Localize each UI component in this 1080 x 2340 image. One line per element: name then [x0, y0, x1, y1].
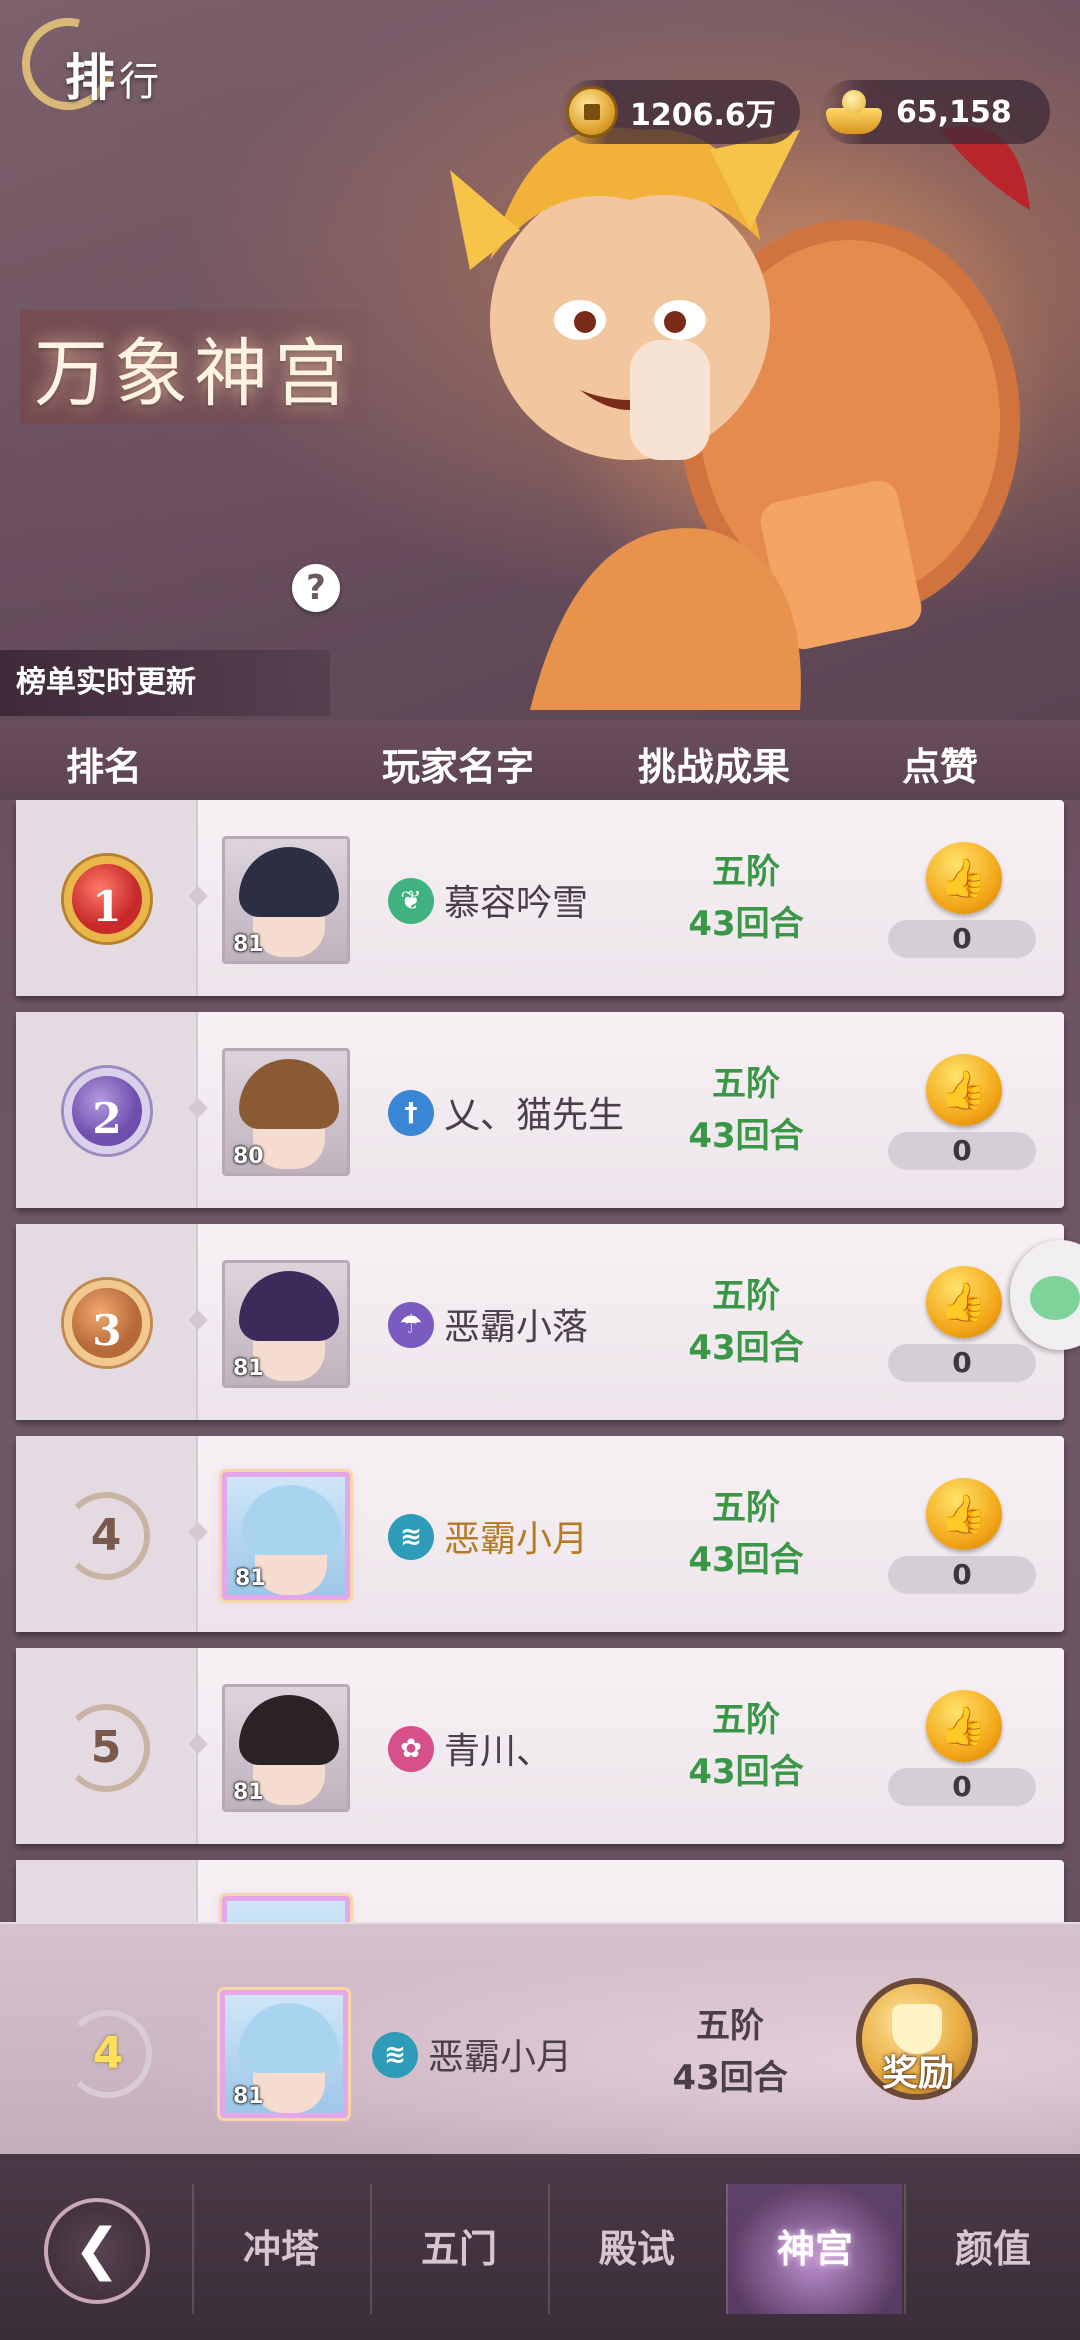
like-count: 0 [888, 1344, 1036, 1382]
tab-appearance[interactable]: 颜值 [904, 2184, 1080, 2314]
my-avatar[interactable]: 81 [220, 1990, 348, 2118]
rank-title: 排行 [65, 48, 159, 107]
avatar[interactable]: 81 [222, 1684, 350, 1812]
sword-icon: † [388, 1090, 434, 1136]
palace-title: 万象神宫 [20, 310, 368, 425]
player-level: 80 [233, 1144, 264, 1169]
my-result-rounds: 43回合 [672, 2058, 788, 2098]
result-tier: 五阶 [712, 1488, 780, 1528]
result-tier: 五阶 [712, 852, 780, 892]
result-rounds: 43回合 [688, 1540, 804, 1580]
tab-divine-palace[interactable]: 神宫 [726, 2184, 902, 2314]
player-level: 81 [233, 932, 264, 957]
tab-palace-exam[interactable]: 殿试 [548, 2184, 724, 2314]
player-level: 81 [233, 1780, 264, 1805]
column-name: 玩家名字 [382, 745, 535, 789]
tab-tower[interactable]: 冲塔 [192, 2184, 368, 2314]
table-row-partial[interactable] [16, 1860, 1064, 1922]
coin-icon [566, 86, 618, 138]
result-rounds: 43回合 [688, 904, 804, 944]
wave-icon: ≋ [372, 2032, 418, 2078]
flower-icon: ✿ [388, 1726, 434, 1772]
back-button[interactable]: ❮ [44, 2198, 150, 2304]
avatar[interactable]: 81 [222, 1472, 350, 1600]
thumbs-up-icon[interactable]: 👍 [926, 1690, 1002, 1762]
challenge-result: 五阶 43回合 [646, 846, 846, 950]
player-name: 青川、 [444, 1731, 553, 1772]
rank-cell: 3 [16, 1224, 198, 1420]
avatar[interactable]: 81 [222, 836, 350, 964]
rank-number: 4 [62, 1492, 150, 1580]
result-rounds: 43回合 [688, 1116, 804, 1156]
table-row[interactable]: 1 81 ❦ 慕容吟雪 五阶 43回合 👍 0 [16, 800, 1064, 996]
wave-icon: ≋ [388, 1514, 434, 1560]
challenge-result: 五阶 43回合 [646, 1270, 846, 1374]
my-rank-number: 4 [64, 2010, 152, 2098]
my-rank-bar: 4 81 ≋ 恶霸小月 五阶 43回合 奖励 [0, 1922, 1080, 2154]
result-rounds: 43回合 [688, 1752, 804, 1792]
result-tier: 五阶 [712, 1700, 780, 1740]
bottom-nav: ❮ 冲塔 五门 殿试 神宫 颜值 [0, 2154, 1080, 2340]
tab-five-sects[interactable]: 五门 [370, 2184, 546, 2314]
player-name: 乂、猫先生 [444, 1095, 625, 1136]
result-rounds: 43回合 [688, 1328, 804, 1368]
avatar[interactable] [222, 1896, 350, 1922]
table-row[interactable]: 4 81 ≋ 恶霸小月 五阶 43回合 👍 0 [16, 1436, 1064, 1632]
ingot-balance[interactable]: 65,158 [820, 80, 1050, 144]
player-level: 81 [235, 1566, 266, 1591]
column-like: 点赞 [902, 745, 979, 789]
like-count: 0 [888, 1768, 1036, 1806]
challenge-result: 五阶 43回合 [646, 1482, 846, 1586]
hero-illustration [450, 126, 1030, 710]
thumbs-up-icon[interactable]: 👍 [926, 1266, 1002, 1338]
ingot-icon [826, 90, 882, 134]
my-challenge-result: 五阶 43回合 [630, 2000, 830, 2104]
rank-cell: 1 [16, 800, 198, 996]
thumbs-up-icon[interactable]: 👍 [926, 1478, 1002, 1550]
leaf-icon: ❦ [388, 878, 434, 924]
player-level: 81 [233, 1356, 264, 1381]
like-count: 0 [888, 1556, 1036, 1594]
gold-medal-icon: 1 [64, 856, 150, 942]
rank-title-badge: 排行 [5, 1, 180, 127]
ingot-amount: 65,158 [896, 94, 1012, 130]
player-name: 慕容吟雪 [444, 883, 589, 924]
rank-number: 5 [62, 1704, 150, 1792]
challenge-result: 五阶 43回合 [646, 1694, 846, 1798]
avatar[interactable]: 80 [222, 1048, 350, 1176]
rank-cell: 4 [16, 1436, 198, 1632]
my-level: 81 [233, 2084, 264, 2109]
help-icon[interactable]: ? [292, 564, 340, 612]
like-count: 0 [888, 920, 1036, 958]
result-tier: 五阶 [712, 1276, 780, 1316]
like-count: 0 [888, 1132, 1036, 1170]
coin-amount: 1206.6万 [630, 98, 776, 133]
thumbs-up-icon[interactable]: 👍 [926, 842, 1002, 914]
table-row[interactable]: 2 80 † 乂、猫先生 五阶 43回合 👍 0 [16, 1012, 1064, 1208]
column-rank: 排名 [66, 745, 143, 789]
rank-cell [16, 1860, 198, 1922]
challenge-result: 五阶 43回合 [646, 1058, 846, 1162]
silver-medal-icon: 2 [64, 1068, 150, 1154]
bronze-medal-icon: 3 [64, 1280, 150, 1366]
my-result-tier: 五阶 [696, 2006, 764, 2046]
umbrella-icon: ☂ [388, 1302, 434, 1348]
my-player-name: 恶霸小月 [428, 2037, 573, 2078]
ranking-list[interactable]: 1 81 ❦ 慕容吟雪 五阶 43回合 👍 0 2 80 † 乂、猫先生 五阶 … [0, 800, 1080, 1922]
reward-button[interactable]: 奖励 [868, 2044, 968, 2096]
thumbs-up-icon[interactable]: 👍 [926, 1054, 1002, 1126]
table-row[interactable]: 5 81 ✿ 青川、 五阶 43回合 👍 0 [16, 1648, 1064, 1844]
rank-cell: 2 [16, 1012, 198, 1208]
table-header: 排名 玩家名字 挑战成果 点赞 [0, 720, 1080, 800]
player-name: 恶霸小落 [444, 1307, 589, 1348]
table-row[interactable]: 3 81 ☂ 恶霸小落 五阶 43回合 👍 0 [16, 1224, 1064, 1420]
avatar[interactable]: 81 [222, 1260, 350, 1388]
banner: 排行 1206.6万 65,158 万象神宫 ? 榜单实时更新 [0, 0, 1080, 720]
coin-balance[interactable]: 1206.6万 [560, 80, 800, 144]
rank-cell: 5 [16, 1648, 198, 1844]
column-result: 挑战成果 [638, 745, 791, 789]
update-note: 榜单实时更新 [0, 650, 330, 716]
result-tier: 五阶 [712, 1064, 780, 1104]
player-name: 恶霸小月 [444, 1519, 589, 1560]
